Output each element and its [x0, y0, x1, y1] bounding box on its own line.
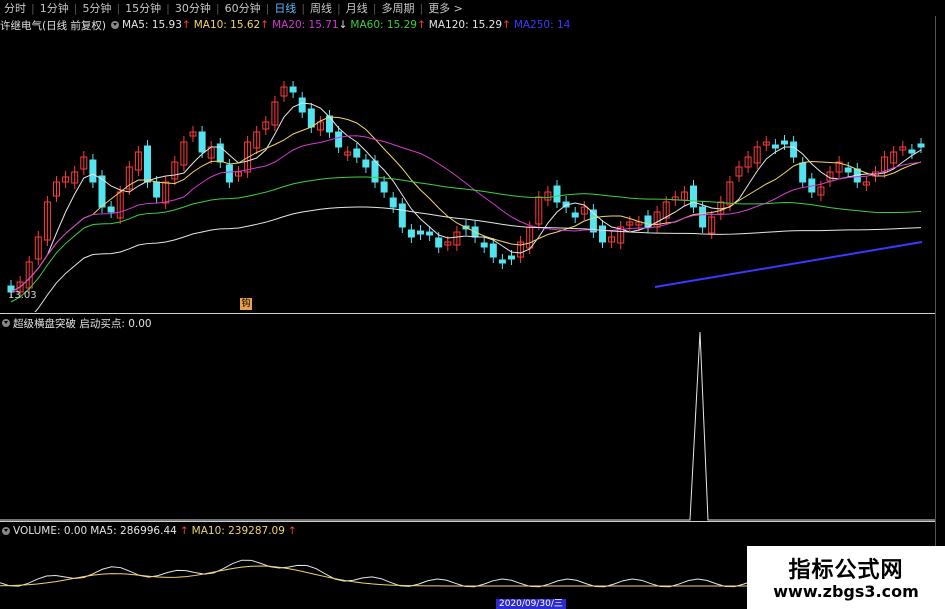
- candle-body: [480, 242, 488, 248]
- tab-period-4[interactable]: 30分钟: [171, 0, 215, 16]
- arrow-up-icon: ↑: [260, 19, 270, 31]
- candle-body: [298, 97, 306, 113]
- tab-period-5[interactable]: 60分钟: [221, 0, 265, 16]
- candlestick-chart[interactable]: [0, 32, 935, 312]
- ma-legend-item: MA60: 15.29: [350, 19, 417, 31]
- candle-body: [599, 225, 606, 243]
- ma-legend-item: MA10: 15.62: [193, 19, 261, 31]
- candle-body: [844, 167, 852, 173]
- candle-body: [799, 162, 807, 183]
- candle-body: [690, 185, 697, 208]
- candle-body: [153, 181, 161, 198]
- candle-body: [498, 259, 506, 264]
- panel-divider-2: [0, 521, 935, 522]
- candle-body: [508, 255, 515, 260]
- candle-body: [380, 181, 388, 193]
- candle-body: [771, 144, 779, 149]
- candle-body: [699, 206, 707, 228]
- tab-period-2[interactable]: 5分钟: [78, 0, 115, 16]
- candle-body: [335, 131, 343, 148]
- candle-body: [144, 145, 151, 183]
- tab-period-0[interactable]: 分时: [0, 0, 30, 16]
- tab-period-7[interactable]: 周线: [306, 0, 336, 16]
- date-cursor-label: 2020/09/30/三: [496, 599, 566, 609]
- panel-divider-1: [0, 313, 935, 314]
- tab-period-1[interactable]: 1分钟: [36, 0, 73, 16]
- tab-period-6[interactable]: 日线: [270, 0, 300, 16]
- volume-legend: VOLUME: 0.00 MA5: 286996.44 ↑ MA10: 23928…: [0, 524, 300, 538]
- indicator-legend: 超级横盘突破 启动买点: 0.00: [0, 316, 155, 330]
- signal-marker-icon[interactable]: 钩: [240, 298, 252, 310]
- candle-body: [571, 212, 579, 218]
- ma60-line: [10, 176, 922, 303]
- tab-period-3[interactable]: 15分钟: [121, 0, 165, 16]
- candle-body: [371, 160, 379, 183]
- candle-body: [389, 197, 397, 208]
- candle-body: [917, 143, 925, 148]
- candle-body: [426, 231, 434, 236]
- low-price-label: 13.03: [8, 290, 37, 301]
- settings-circle-icon[interactable]: [2, 319, 10, 327]
- ma-legend-item: MA20: 15.71: [272, 19, 339, 31]
- vol-ma10-label: MA10: 239287.09: [191, 525, 285, 537]
- candle-body: [790, 141, 798, 158]
- indicator-chart[interactable]: [0, 330, 935, 522]
- watermark-title: 指标公式网: [788, 558, 904, 583]
- arrow-down-icon: ↓: [338, 19, 348, 31]
- watermark-url: www.zbgs3.com: [773, 582, 919, 601]
- candle-body: [489, 243, 497, 258]
- stock-title[interactable]: 许继电气(日线 前复权): [0, 18, 106, 33]
- indicator-title[interactable]: 超级横盘突破 启动买点: 0.00: [13, 316, 152, 331]
- period-toolbar: 分时 | 1分钟 | 5分钟 | 15分钟 | 30分钟 | 60分钟 | 日线 | 周线 | 月线 | 多周期 | 更…: [0, 0, 945, 16]
- tab-period-9[interactable]: 多周期: [377, 0, 418, 16]
- indicator-signal-line: [0, 331, 935, 521]
- arrow-up-icon: ↑: [502, 19, 511, 31]
- ma-legend-item: MA120: 15.29: [428, 19, 502, 31]
- volume-label: VOLUME: 0.00: [13, 525, 88, 537]
- candle-body: [353, 148, 361, 158]
- arrow-up-icon: ↑: [416, 19, 426, 31]
- candle-body: [417, 230, 424, 235]
- tab-period-10[interactable]: 更多 >: [424, 0, 467, 16]
- vol-ma10-up-icon: ↑: [287, 525, 297, 537]
- settings-circle-icon[interactable]: [111, 21, 120, 29]
- right-axis-line: [935, 16, 936, 609]
- watermark-logo: 指标公式网 www.zbgs3.com: [747, 546, 945, 609]
- candle-body: [107, 206, 115, 213]
- candle-body: [435, 237, 443, 248]
- candle-body: [362, 159, 370, 168]
- candle-body: [198, 131, 206, 153]
- ma-legend-item: MA5: 15.93: [122, 19, 182, 31]
- ma250-line: [654, 241, 923, 288]
- candle-body: [225, 164, 233, 183]
- candle-body: [781, 140, 788, 145]
- candle-body: [307, 108, 315, 128]
- main-legend: 许继电气(日线 前复权) MA5: 15.93 ↑ MA10: 15.62 ↑ MA20…: [0, 18, 579, 32]
- candle-body: [398, 203, 406, 228]
- vol-ma5-up-icon: ↑: [179, 525, 189, 537]
- candle-body: [407, 229, 415, 238]
- arrow-up-icon: ↑: [181, 19, 191, 31]
- ma-legend-item: MA250: 14: [513, 19, 571, 31]
- candle-body: [553, 185, 561, 203]
- vol-ma5-label: MA5: 286996.44: [90, 525, 177, 537]
- settings-circle-icon[interactable]: [2, 527, 10, 535]
- candle-body: [908, 149, 916, 154]
- tab-period-8[interactable]: 月线: [342, 0, 372, 16]
- ma5-line: [10, 102, 922, 293]
- candle-body: [289, 86, 297, 93]
- candle-body: [89, 159, 97, 183]
